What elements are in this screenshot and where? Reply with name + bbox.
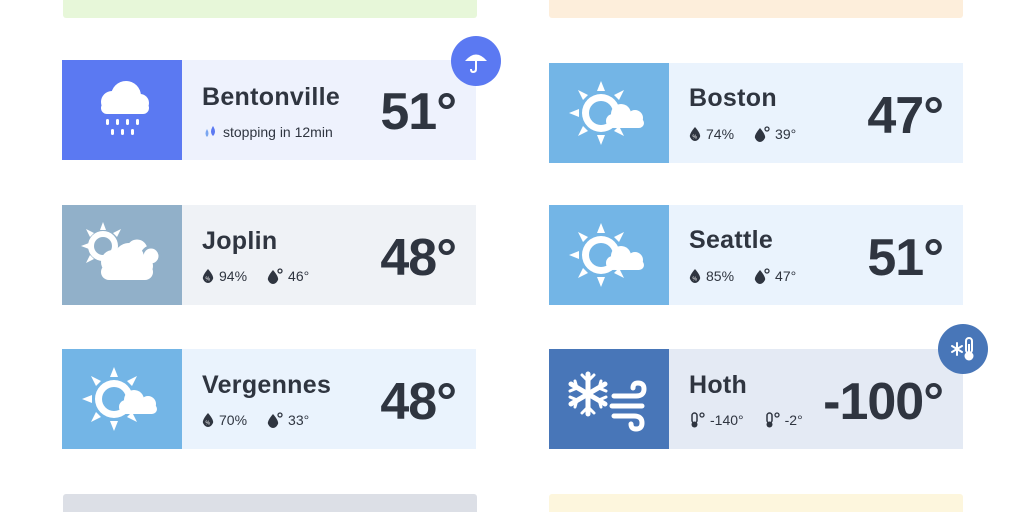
temperature: 48°	[380, 229, 457, 287]
humidity-drop-icon: %	[202, 413, 214, 427]
rain-cloud-icon	[101, 81, 149, 135]
dew-point-icon	[267, 268, 283, 284]
weather-card-seattle[interactable]: Seattle % 85% 47° 51°	[549, 205, 963, 305]
svg-text:%: %	[693, 277, 698, 283]
sun-cloud-icon	[569, 223, 644, 287]
temperature: 48°	[380, 373, 457, 431]
dew-point: 47°	[754, 268, 796, 284]
partial-card-bottom-right	[549, 494, 963, 512]
humidity-drop-icon: %	[689, 269, 701, 283]
card-info: Vergennes % 70% 33° 48°	[182, 349, 476, 449]
thermometer-icon	[765, 412, 780, 428]
low-temp-value: -140°	[710, 412, 744, 428]
weather-card-hoth[interactable]: Hoth -140° -2° -100°	[549, 349, 963, 449]
humidity: % 85%	[689, 268, 734, 284]
dew-point-value: 47°	[775, 268, 797, 284]
icon-panel	[549, 349, 669, 449]
partial-card-bottom-left	[63, 494, 477, 512]
weather-card-vergennes[interactable]: Vergennes % 70% 33° 48°	[62, 349, 476, 449]
humidity-value: 94%	[219, 268, 248, 284]
dew-point-value: 33°	[288, 412, 310, 428]
dew-point-value: 39°	[775, 126, 797, 142]
humidity-drop-icon: %	[689, 127, 701, 141]
precip-text: stopping in 12min	[223, 124, 333, 140]
low-temperature: -140°	[689, 412, 744, 428]
icon-panel	[549, 63, 669, 163]
partly-cloudy-icon	[81, 222, 162, 280]
cold-thermometer-icon	[951, 337, 974, 361]
humidity-drop-icon: %	[202, 269, 214, 283]
stats: % 94% 46°	[202, 268, 329, 284]
weather-card-joplin[interactable]: Joplin % 94% 46° 48°	[62, 205, 476, 305]
dew-point: 39°	[754, 126, 796, 142]
thermometer-icon	[691, 412, 705, 428]
humidity-value: 74%	[706, 126, 735, 142]
card-info: Bentonville stopping in 12min 51°	[182, 60, 476, 160]
dew-point-icon	[754, 268, 770, 284]
city-name: Boston	[689, 84, 777, 112]
city-name: Vergennes	[202, 371, 332, 399]
stats: -140° -2°	[689, 412, 823, 428]
snow-wind-icon	[568, 371, 647, 432]
humidity-value: 85%	[706, 268, 735, 284]
city-name: Bentonville	[202, 83, 341, 111]
raindrops-icon	[205, 126, 215, 137]
weather-card-bentonville[interactable]: Bentonville stopping in 12min 51°	[62, 60, 476, 160]
icon-panel	[62, 60, 182, 160]
city-name: Seattle	[689, 226, 774, 254]
dew-point: 46°	[267, 268, 309, 284]
card-info: Hoth -140° -2° -100°	[669, 349, 963, 449]
temperature: -100°	[823, 373, 944, 431]
icon-panel	[62, 349, 182, 449]
partial-card-top-right	[549, 0, 963, 18]
umbrella-badge[interactable]	[451, 36, 501, 86]
icon-panel	[549, 205, 669, 305]
svg-text:%: %	[206, 277, 211, 283]
dew-point-icon	[267, 412, 283, 428]
precipitation-status: stopping in 12min	[202, 124, 333, 140]
umbrella-icon	[465, 54, 487, 74]
dew-point-icon	[754, 126, 770, 142]
stats: % 74% 39°	[689, 126, 816, 142]
temperature: 51°	[380, 83, 457, 141]
dew-point-value: 46°	[288, 268, 310, 284]
city-name: Hoth	[689, 371, 748, 399]
svg-text:%: %	[693, 135, 698, 141]
sun-cloud-icon	[82, 367, 157, 431]
dew-point: 33°	[267, 412, 309, 428]
city-name: Joplin	[202, 227, 278, 255]
cold-alert-badge[interactable]	[938, 324, 988, 374]
card-info: Joplin % 94% 46° 48°	[182, 205, 476, 305]
stats: stopping in 12min	[202, 124, 353, 140]
card-info: Seattle % 85% 47° 51°	[669, 205, 963, 305]
humidity: % 70%	[202, 412, 247, 428]
stats: % 85% 47°	[689, 268, 816, 284]
high-temperature: -2°	[764, 412, 803, 428]
temperature: 51°	[867, 229, 944, 287]
weather-card-boston[interactable]: Boston % 74% 39° 47°	[549, 63, 963, 163]
stats: % 70% 33°	[202, 412, 329, 428]
temperature: 47°	[867, 87, 944, 145]
sun-cloud-icon	[569, 81, 644, 145]
svg-text:%: %	[206, 421, 211, 427]
card-info: Boston % 74% 39° 47°	[669, 63, 963, 163]
humidity: % 94%	[202, 268, 247, 284]
humidity: % 74%	[689, 126, 734, 142]
humidity-value: 70%	[219, 412, 248, 428]
high-temp-value: -2°	[784, 412, 803, 428]
icon-panel	[62, 205, 182, 305]
partial-card-top-left	[63, 0, 477, 18]
